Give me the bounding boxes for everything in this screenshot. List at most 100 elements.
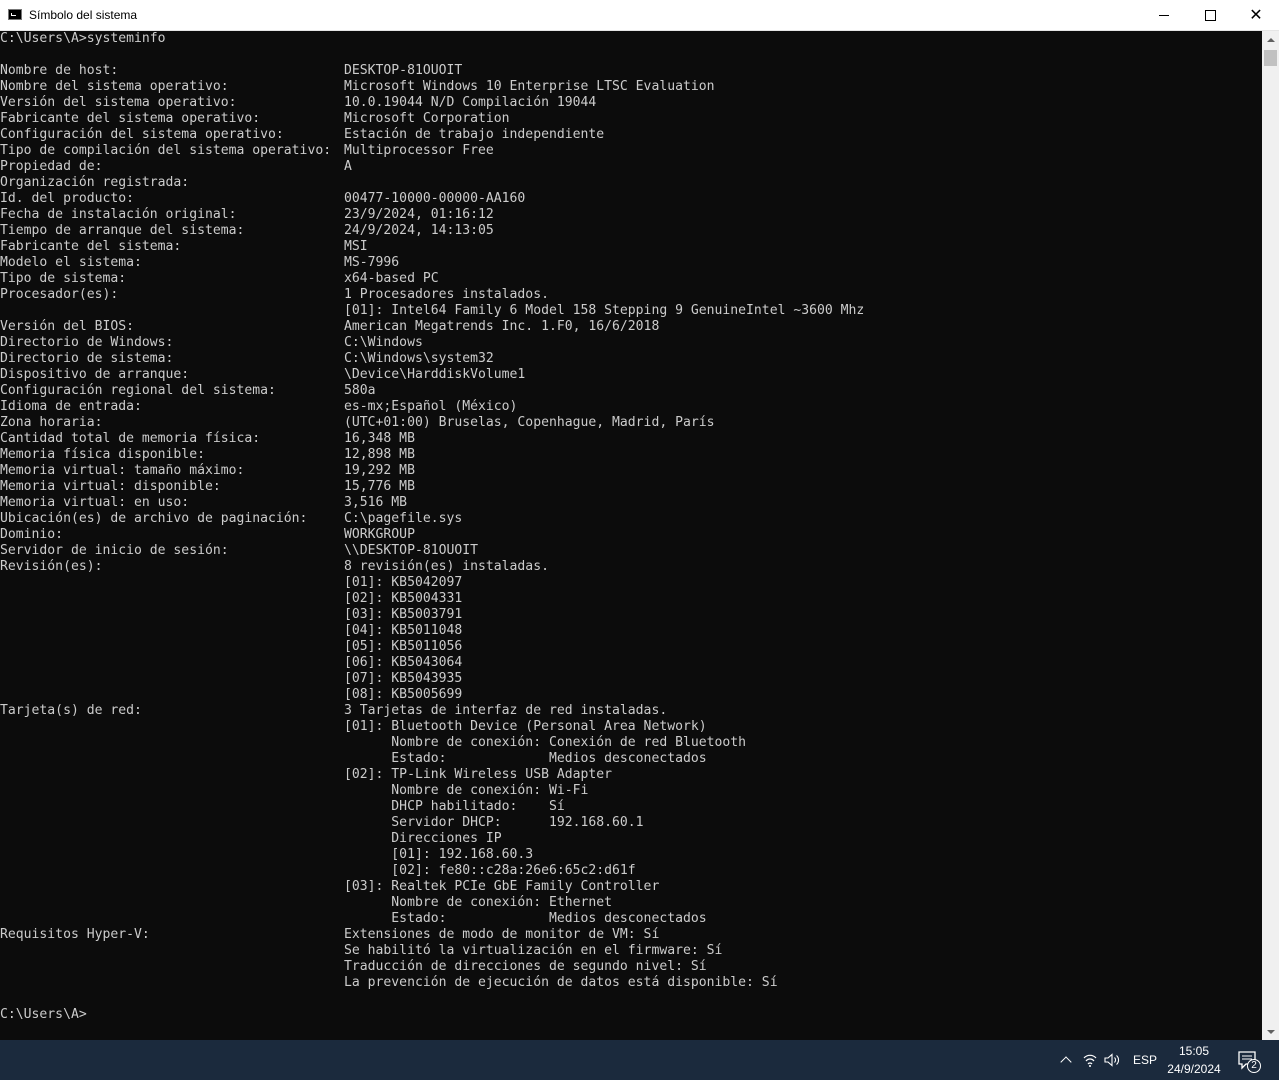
console-line: Propiedad de: A [0, 159, 1262, 175]
console-value: [03]: KB5003791 [344, 607, 463, 622]
console-value: 580a [344, 383, 376, 398]
console-value: 15,776 MB [344, 479, 415, 494]
close-button[interactable]: ✕ [1233, 0, 1279, 30]
console-value: Nombre de conexión: Conexión de red Blue… [344, 735, 747, 750]
console-value: [02]: fe80::c28a:26e6:65c2:d61f [344, 863, 636, 878]
console-value: Traducción de direcciones de segundo niv… [344, 959, 707, 974]
scroll-up-button[interactable] [1262, 31, 1279, 48]
console-line: [05]: KB5011056 [0, 639, 1262, 655]
console-line: Tarjeta(s) de red: 3 Tarjetas de interfaz… [0, 703, 1262, 719]
console-label: Nombre del sistema operativo: [0, 79, 229, 94]
console-value: Servidor DHCP: 192.168.60.1 [344, 815, 644, 830]
console-value: C:\Windows [344, 335, 423, 350]
console-line: [01]: KB5042097 [0, 575, 1262, 591]
console-line: [08]: KB5005699 [0, 687, 1262, 703]
console-line: [01]: 192.168.60.3 [0, 847, 1262, 863]
console-line: C:\Users\A>systeminfo [0, 31, 1262, 47]
console-label: Propiedad de: [0, 159, 103, 174]
console-label: Cantidad total de memoria física: [0, 431, 261, 446]
console-value: Direcciones IP [344, 831, 502, 846]
console-value: Microsoft Windows 10 Enterprise LTSC Eva… [344, 79, 715, 94]
console-line: [07]: KB5043935 [0, 671, 1262, 687]
console-value: x64-based PC [344, 271, 439, 286]
console-value: 12,898 MB [344, 447, 415, 462]
console-line: [04]: KB5011048 [0, 623, 1262, 639]
vertical-scrollbar[interactable] [1262, 31, 1279, 1040]
console-value: [06]: KB5043064 [344, 655, 463, 670]
console-value: \Device\HarddiskVolume1 [344, 367, 526, 382]
console-line: Ubicación(es) de archivo de paginación: C… [0, 511, 1262, 527]
console-value: 8 revisión(es) instaladas. [344, 559, 549, 574]
console-value: C:\pagefile.sys [344, 511, 463, 526]
console-line: Servidor de inicio de sesión: \\DESKTOP-8… [0, 543, 1262, 559]
title-bar[interactable]: Símbolo del sistema ✕ [0, 0, 1279, 31]
console-label: Organización registrada: [0, 175, 190, 190]
console-line: [02]: TP-Link Wireless USB Adapter [0, 767, 1262, 783]
console-value: 10.0.19044 N/D Compilación 19044 [344, 95, 597, 110]
console-value: 3,516 MB [344, 495, 408, 510]
console-label: Fecha de instalación original: [0, 207, 237, 222]
console-line: Memoria virtual: tamaño máximo: 19,292 MB [0, 463, 1262, 479]
console-line: Modelo el sistema: MS-7996 [0, 255, 1262, 271]
console-line: Cantidad total de memoria física: 16,348 … [0, 431, 1262, 447]
console-line: Estado: Medios desconectados [0, 751, 1262, 767]
console-label: Idioma de entrada: [0, 399, 142, 414]
clock-date[interactable]: 24/9/2024 [1162, 1062, 1226, 1076]
input-language-button[interactable]: ESP [1133, 1053, 1157, 1067]
console-value: 23/9/2024, 01:16:12 [344, 207, 494, 222]
console-value: C:\Windows\system32 [344, 351, 494, 366]
console-label: Tarjeta(s) de red: [0, 703, 142, 718]
console-line: Directorio de sistema: C:\Windows\system3… [0, 351, 1262, 367]
console-value: DESKTOP-81OUOIT [344, 63, 463, 78]
console-value: 3 Tarjetas de interfaz de red instaladas… [344, 703, 668, 718]
console-value: Se habilitó la virtualización en el firm… [344, 943, 723, 958]
console-line: Memoria virtual: en uso: 3,516 MB [0, 495, 1262, 511]
console-line: Fabricante del sistema: MSI [0, 239, 1262, 255]
console-label: Memoria virtual: en uso: [0, 495, 190, 510]
console-value: 24/9/2024, 14:13:05 [344, 223, 494, 238]
console-value: 19,292 MB [344, 463, 415, 478]
console-line: Se habilitó la virtualización en el firm… [0, 943, 1262, 959]
close-icon: ✕ [1249, 5, 1263, 24]
scroll-thumb[interactable] [1264, 50, 1277, 66]
minimize-button[interactable] [1141, 0, 1187, 30]
console-value: [05]: KB5011056 [344, 639, 463, 654]
console-value: American Megatrends Inc. 1.F0, 16/6/2018 [344, 319, 660, 334]
network-button[interactable] [1082, 1052, 1098, 1068]
console-value: Estación de trabajo independiente [344, 127, 605, 142]
console-label: Ubicación(es) de archivo de paginación: [0, 511, 308, 526]
volume-button[interactable] [1104, 1052, 1122, 1068]
console-line: Nombre de conexión: Wi-Fi [0, 783, 1262, 799]
console-line: Memoria física disponible: 12,898 MB [0, 447, 1262, 463]
console-line: Nombre de conexión: Ethernet [0, 895, 1262, 911]
console-line: [02]: fe80::c28a:26e6:65c2:d61f [0, 863, 1262, 879]
console-line: C:\Users\A> [0, 1007, 1262, 1023]
console-label: Versión del BIOS: [0, 319, 135, 334]
console-label: Dominio: [0, 527, 64, 542]
console-line: Versión del BIOS: American Megatrends Inc… [0, 319, 1262, 335]
clock-time[interactable]: 15:05 [1170, 1044, 1218, 1058]
console-line: [02]: KB5004331 [0, 591, 1262, 607]
show-hidden-icons-button[interactable] [1058, 1052, 1074, 1068]
console-label: Tipo de compilación del sistema operativ… [0, 143, 332, 158]
console-value: DHCP habilitado: Sí [344, 799, 565, 814]
console-value: [08]: KB5005699 [344, 687, 463, 702]
volume-icon [1104, 1053, 1119, 1067]
console-label: Versión del sistema operativo: [0, 95, 237, 110]
console-label: Revisión(es): [0, 559, 103, 574]
console-value: 1 Procesadores instalados. [344, 287, 549, 302]
console-label: Directorio de Windows: [0, 335, 174, 350]
scroll-down-button[interactable] [1262, 1023, 1279, 1040]
console-label: Memoria física disponible: [0, 447, 205, 462]
console-label: Memoria virtual: disponible: [0, 479, 221, 494]
console-value: \\DESKTOP-81OUOIT [344, 543, 479, 558]
console-label: Zona horaria: [0, 415, 103, 430]
console-output[interactable]: C:\Users\A>systeminfo Nombre de host: DESK… [0, 31, 1262, 1040]
console-line: Direcciones IP [0, 831, 1262, 847]
console-value: La prevención de ejecución de datos está… [344, 975, 778, 990]
console-line: Nombre del sistema operativo: Microsoft W… [0, 79, 1262, 95]
console-line: Configuración del sistema operativo: Esta… [0, 127, 1262, 143]
maximize-button[interactable] [1187, 0, 1233, 30]
